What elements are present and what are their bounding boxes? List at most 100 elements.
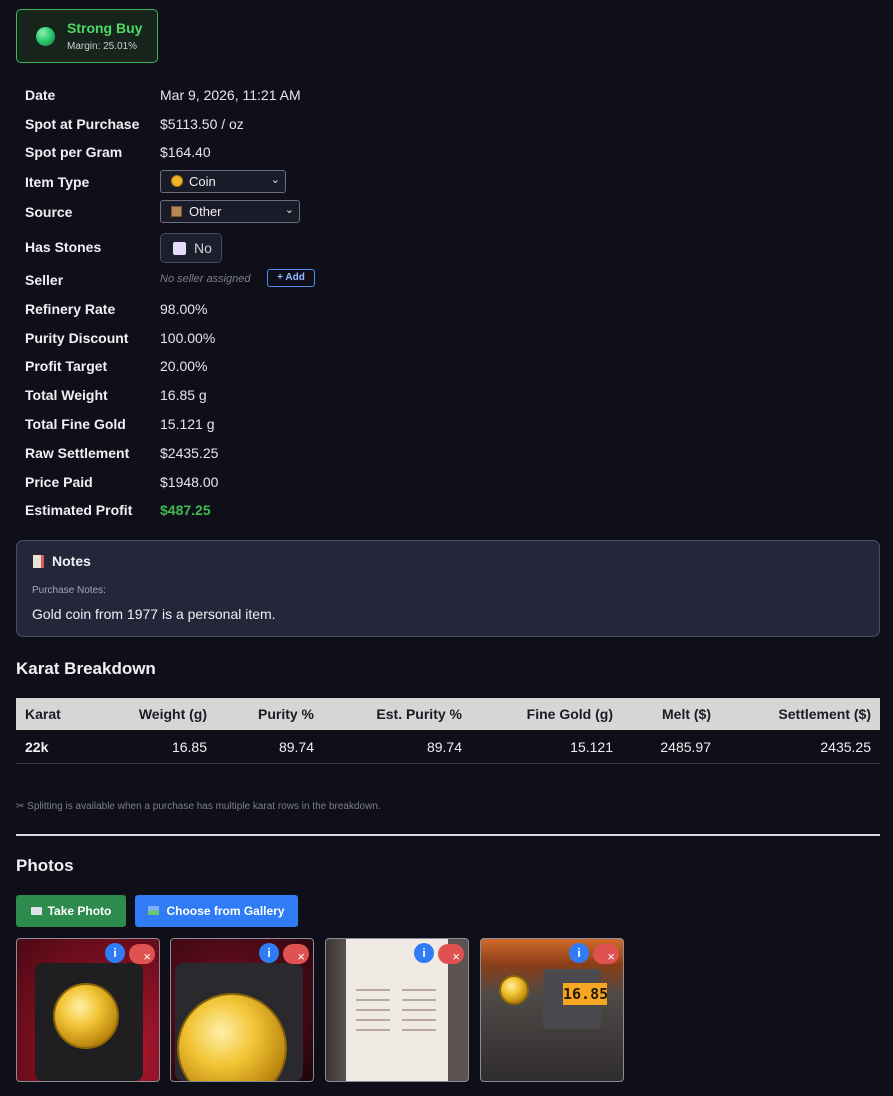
source-selected: Other xyxy=(189,204,222,219)
scale-reading: 16.85 xyxy=(563,983,609,1005)
detail-row-date: Date Mar 9, 2026, 11:21 AM xyxy=(16,83,516,107)
delete-photo-button[interactable]: × xyxy=(438,944,464,964)
choose-gallery-label: Choose from Gallery xyxy=(166,904,285,918)
detail-row-stones: Has Stones No xyxy=(16,233,516,263)
delete-photo-button[interactable]: × xyxy=(283,944,309,964)
photo-thumbnail[interactable]: 16.85 × i xyxy=(480,938,624,1082)
choose-gallery-button[interactable]: Choose from Gallery xyxy=(135,895,298,927)
detail-value: $5113.50 / oz xyxy=(160,116,244,132)
certificate-text-line xyxy=(402,989,436,991)
detail-value: 98.00% xyxy=(160,301,208,317)
detail-label: Total Weight xyxy=(25,387,108,403)
photo-thumbnail[interactable]: × i xyxy=(325,938,469,1082)
add-seller-button[interactable]: + Add xyxy=(267,269,315,287)
estimated-profit-value: $487.25 xyxy=(160,502,211,518)
detail-row-item-type: Item Type Coin ⌄ xyxy=(16,170,516,194)
certificate-text-line xyxy=(402,1019,436,1021)
detail-value: 100.00% xyxy=(160,330,216,346)
has-stones-value: No xyxy=(194,240,212,256)
splitting-note: ✂ Splitting is available when a purchase… xyxy=(16,801,381,812)
take-photo-label: Take Photo xyxy=(47,904,112,918)
col-header-weight: Weight (g) xyxy=(138,706,207,722)
detail-label: Price Paid xyxy=(25,474,93,490)
detail-label: Date xyxy=(25,87,56,103)
detail-row-weight: Total Weight 16.85 g xyxy=(16,383,516,407)
photo-info-button[interactable]: i xyxy=(259,943,279,963)
take-photo-button[interactable]: Take Photo xyxy=(16,895,126,927)
delete-photo-button[interactable]: × xyxy=(129,944,155,964)
certificate-text-line xyxy=(356,999,390,1001)
seller-placeholder: No seller assigned xyxy=(160,273,251,285)
coin-icon xyxy=(171,175,183,187)
delete-photo-button[interactable]: × xyxy=(593,944,619,964)
detail-value: Mar 9, 2026, 11:21 AM xyxy=(160,87,301,103)
detail-value: $1948.00 xyxy=(160,474,219,490)
detail-row-purity: Purity Discount 100.00% xyxy=(16,326,516,350)
chevron-down-icon: ⌄ xyxy=(270,174,280,186)
cell-fine-gold: 15.121 xyxy=(570,739,613,755)
cell-melt: 2485.97 xyxy=(660,739,711,755)
detail-label: Spot at Purchase xyxy=(25,116,140,132)
detail-label: Source xyxy=(25,204,73,220)
certificate-text-line xyxy=(356,1009,390,1011)
col-header-settlement: Settlement ($) xyxy=(778,706,871,722)
photo-info-button[interactable]: i xyxy=(105,943,125,963)
cell-purity: 89.74 xyxy=(278,739,314,755)
detail-label: Seller xyxy=(25,272,64,288)
signal-label: Strong Buy xyxy=(67,20,143,36)
cell-settlement: 2435.25 xyxy=(820,739,871,755)
detail-label: Refinery Rate xyxy=(25,301,116,317)
col-header-purity: Purity % xyxy=(257,706,314,722)
signal-margin: Margin: 25.01% xyxy=(67,41,138,52)
memo-icon xyxy=(33,555,44,568)
detail-row-seller: Seller No seller assigned + Add xyxy=(16,268,516,292)
photo-info-button[interactable]: i xyxy=(569,943,589,963)
detail-label: Purity Discount xyxy=(25,330,129,346)
detail-value: 16.85 g xyxy=(160,387,207,403)
photo-thumbnail[interactable]: × i xyxy=(16,938,160,1082)
notes-header: Notes xyxy=(33,553,91,569)
table-row: 22k 16.85 89.74 89.74 15.121 2485.97 243… xyxy=(16,730,880,764)
detail-label: Total Fine Gold xyxy=(25,416,126,432)
detail-row-price-paid: Price Paid $1948.00 xyxy=(16,470,516,494)
col-header-melt: Melt ($) xyxy=(662,706,711,722)
detail-label: Estimated Profit xyxy=(25,502,133,518)
notes-panel: Notes Purchase Notes: Gold coin from 197… xyxy=(16,540,880,637)
certificate-text-line xyxy=(356,1019,390,1021)
detail-value: $164.40 xyxy=(160,144,211,160)
detail-value: 15.121 g xyxy=(160,416,215,432)
detail-label: Item Type xyxy=(25,174,90,190)
col-header-fine-gold: Fine Gold (g) xyxy=(526,706,613,722)
detail-row-raw-settlement: Raw Settlement $2435.25 xyxy=(16,441,516,465)
detail-row-estimated-profit: Estimated Profit $487.25 xyxy=(16,498,516,522)
detail-label: Profit Target xyxy=(25,358,108,374)
package-icon xyxy=(171,206,182,217)
has-stones-toggle[interactable]: No xyxy=(160,233,222,263)
detail-label: Has Stones xyxy=(25,239,102,255)
detail-label: Spot per Gram xyxy=(25,144,123,160)
certificate-text-line xyxy=(356,989,390,991)
cell-est-purity: 89.74 xyxy=(426,739,462,755)
source-select[interactable]: Other ⌄ xyxy=(160,200,300,223)
picture-icon xyxy=(148,906,160,915)
gold-coin-image xyxy=(53,983,119,1049)
section-divider xyxy=(16,834,880,836)
photos-title: Photos xyxy=(16,856,74,875)
gold-coin-image xyxy=(499,975,529,1005)
col-header-est-purity: Est. Purity % xyxy=(376,706,462,722)
karat-breakdown-title: Karat Breakdown xyxy=(16,659,156,678)
deal-signal-badge: Strong Buy Margin: 25.01% xyxy=(16,9,158,63)
photo-thumbnail[interactable]: × i xyxy=(170,938,314,1082)
certificate-text-line xyxy=(356,1029,390,1031)
detail-value: $2435.25 xyxy=(160,445,219,461)
detail-row-fine-gold: Total Fine Gold 15.121 g xyxy=(16,412,516,436)
chevron-down-icon: ⌄ xyxy=(284,204,294,216)
photo-info-button[interactable]: i xyxy=(414,943,434,963)
status-dot-icon xyxy=(36,27,55,46)
item-type-select[interactable]: Coin ⌄ xyxy=(160,170,286,193)
notes-title: Notes xyxy=(52,553,91,569)
col-header-karat: Karat xyxy=(25,706,61,722)
item-type-selected: Coin xyxy=(189,174,216,189)
cell-karat: 22k xyxy=(25,739,49,755)
detail-row-spot-gram: Spot per Gram $164.40 xyxy=(16,140,516,164)
